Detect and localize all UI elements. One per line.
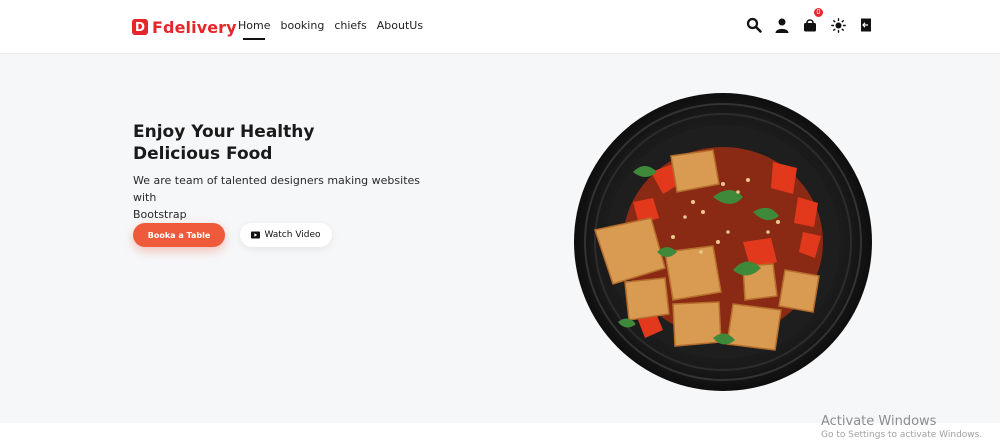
brand-name: Fdelivery: [152, 17, 237, 37]
nav-link-chiefs[interactable]: chiefs: [334, 19, 366, 32]
os-activation-watermark-subtitle: Go to Settings to activate Windows.: [821, 430, 983, 440]
watch-video-button[interactable]: Watch Video: [240, 223, 332, 247]
nav-link-home[interactable]: Home: [238, 19, 270, 40]
top-navbar: D Fdelivery Home booking chiefs AboutUs …: [0, 0, 1000, 54]
cart-icon[interactable]: 0: [801, 7, 824, 35]
nav-link-aboutus[interactable]: AboutUs: [377, 19, 423, 32]
watch-video-label: Watch Video: [264, 230, 321, 240]
brand-logo[interactable]: D Fdelivery: [132, 16, 237, 38]
hero-title-line2: Delicious Food: [133, 144, 273, 164]
search-icon[interactable]: [745, 15, 763, 35]
hero-subtitle: We are team of talented designers making…: [133, 172, 433, 223]
brand-badge-icon: D: [132, 19, 148, 35]
logout-door-icon[interactable]: [857, 15, 875, 35]
user-icon[interactable]: [773, 15, 791, 35]
food-bowl-image: [573, 92, 873, 392]
main-nav: Home booking chiefs AboutUs: [238, 19, 423, 40]
hero-subtitle-line2: Bootstrap: [133, 208, 187, 221]
theme-sun-icon[interactable]: [829, 15, 847, 35]
nav-link-booking[interactable]: booking: [280, 19, 324, 32]
hero-title: Enjoy Your Healthy Delicious Food: [133, 121, 433, 165]
nav-icon-group: 0: [745, 7, 885, 35]
video-play-icon: [251, 231, 261, 239]
book-table-button[interactable]: Booka a Table: [133, 223, 225, 247]
os-activation-watermark-title: Activate Windows: [821, 414, 937, 429]
cart-count-badge: 0: [813, 7, 824, 18]
hero-subtitle-line1: We are team of talented designers making…: [133, 174, 421, 204]
hero-title-line1: Enjoy Your Healthy: [133, 122, 315, 142]
